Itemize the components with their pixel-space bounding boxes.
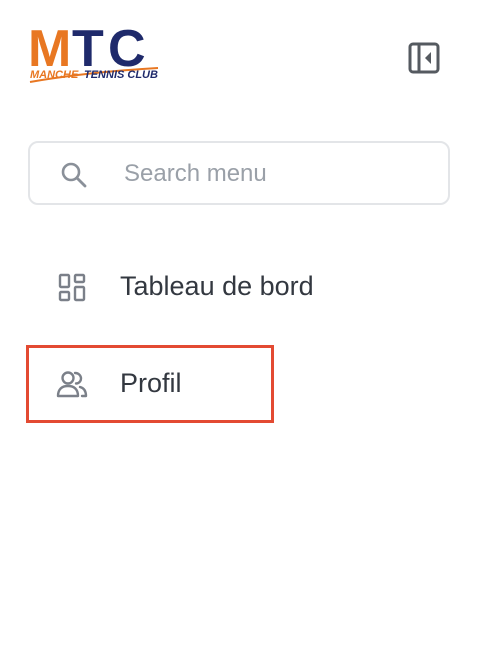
svg-text:TENNIS CLUB: TENNIS CLUB bbox=[84, 69, 158, 81]
search-icon bbox=[61, 162, 87, 188]
menu-item-label: Tableau de bord bbox=[120, 271, 314, 301]
collapse-sidebar-button[interactable] bbox=[404, 38, 444, 78]
search-box[interactable] bbox=[28, 141, 450, 205]
search-input[interactable] bbox=[122, 153, 426, 195]
svg-text:MANCHE: MANCHE bbox=[30, 69, 79, 81]
users-icon bbox=[56, 371, 88, 398]
dashboard-grid-icon bbox=[58, 273, 86, 302]
menu-item-label: Profil bbox=[120, 368, 182, 398]
sidebar-collapse-icon bbox=[408, 42, 440, 74]
mtc-logo[interactable]: M T C MANCHE TENNIS CLUB bbox=[28, 20, 160, 90]
menu-item-tableau-de-bord[interactable]: Tableau de bord bbox=[28, 250, 408, 322]
sidebar: M T C MANCHE TENNIS CLUB Tableau de bord bbox=[0, 0, 480, 662]
menu-item-profil[interactable]: Profil bbox=[28, 347, 273, 419]
